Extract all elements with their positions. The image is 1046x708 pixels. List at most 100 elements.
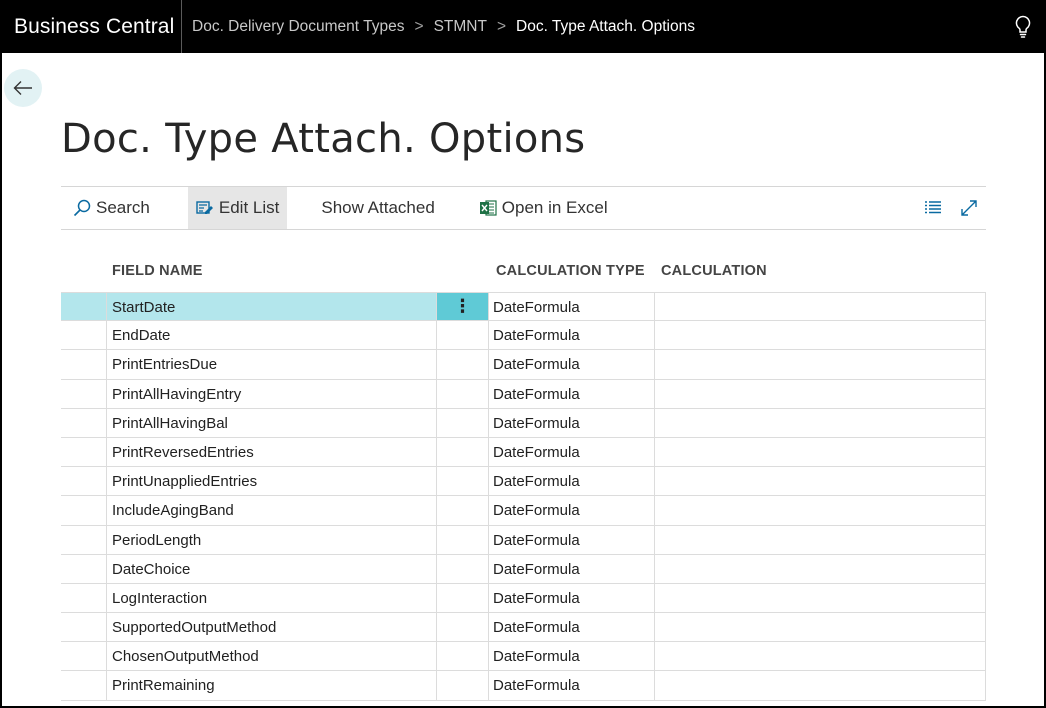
calculation-type-cell[interactable]: DateFormula	[489, 496, 655, 525]
calculation-cell[interactable]	[655, 437, 986, 467]
column-header-field-name[interactable]: FIELD NAME	[112, 263, 203, 279]
edit-list-label: Edit List	[218, 198, 280, 217]
field-name-cell[interactable]: StartDate	[107, 293, 437, 321]
calculation-cell[interactable]	[655, 496, 986, 525]
row-menu-button[interactable]: ⋮	[437, 293, 489, 321]
row-menu-button	[437, 467, 489, 496]
row-selector[interactable]	[61, 583, 107, 613]
calculation-type-cell[interactable]: DateFormula	[489, 671, 655, 700]
field-name-cell[interactable]: PeriodLength	[107, 525, 437, 554]
calculation-type-cell[interactable]: DateFormula	[489, 350, 655, 379]
row-selector[interactable]	[61, 408, 107, 437]
field-name-cell[interactable]: ChosenOutputMethod	[107, 642, 437, 671]
column-header-calculation-type[interactable]: CALCULATION TYPE	[496, 263, 645, 279]
row-menu-button	[437, 408, 489, 437]
breadcrumb-item-document-types[interactable]: Doc. Delivery Document Types	[192, 18, 405, 36]
arrow-left-icon	[13, 81, 32, 95]
row-menu-button	[437, 583, 489, 613]
field-name-cell[interactable]: PrintRemaining	[107, 671, 437, 700]
row-selector[interactable]	[61, 642, 107, 671]
table-row[interactable]: PrintAllHavingBal DateFormula	[61, 408, 986, 438]
calculation-type-cell[interactable]: DateFormula	[489, 321, 655, 350]
calculation-type-cell[interactable]: DateFormula	[489, 554, 655, 583]
table-row[interactable]: IncludeAgingBand DateFormula	[61, 496, 986, 526]
calculation-cell[interactable]	[655, 671, 986, 700]
calculation-cell[interactable]	[655, 467, 986, 496]
calculation-cell[interactable]	[655, 554, 986, 583]
table-row[interactable]: PrintEntriesDue DateFormula	[61, 350, 986, 380]
calculation-cell[interactable]	[655, 293, 986, 321]
table-row[interactable]: StartDate ⋮ DateFormula	[61, 292, 986, 322]
field-name-cell[interactable]: PrintAllHavingBal	[107, 408, 437, 437]
calculation-type-cell[interactable]: DateFormula	[489, 408, 655, 437]
row-selector[interactable]	[61, 671, 107, 700]
breadcrumb: Doc. Delivery Document Types > STMNT > D…	[182, 18, 695, 36]
calculation-cell[interactable]	[655, 379, 986, 408]
row-selector[interactable]	[61, 525, 107, 554]
table-row[interactable]: PeriodLength DateFormula	[61, 525, 986, 555]
row-selector[interactable]	[61, 613, 107, 642]
row-menu-button	[437, 525, 489, 554]
action-bar: Search Edit List Show Attached Open in E…	[61, 186, 986, 230]
calculation-type-cell[interactable]: DateFormula	[489, 437, 655, 467]
show-attached-button[interactable]: Show Attached	[313, 187, 442, 229]
field-name-cell[interactable]: LogInteraction	[107, 583, 437, 613]
field-name-cell[interactable]: DateChoice	[107, 554, 437, 583]
calculation-cell[interactable]	[655, 613, 986, 642]
calculation-type-cell[interactable]: DateFormula	[489, 293, 655, 321]
options-table: StartDate ⋮ DateFormula EndDate DateFormula P…	[61, 292, 986, 701]
column-header-calculation[interactable]: CALCULATION	[661, 263, 767, 279]
row-menu-button	[437, 350, 489, 379]
table-row[interactable]: PrintReversedEntries DateFormula	[61, 437, 986, 468]
list-view-icon[interactable]	[924, 199, 942, 222]
calculation-cell[interactable]	[655, 583, 986, 613]
table-row[interactable]: PrintAllHavingEntry DateFormula	[61, 379, 986, 409]
calculation-type-cell[interactable]: DateFormula	[489, 379, 655, 408]
row-menu-button	[437, 554, 489, 583]
calculation-cell[interactable]	[655, 525, 986, 554]
calculation-cell[interactable]	[655, 408, 986, 437]
calculation-type-cell[interactable]: DateFormula	[489, 613, 655, 642]
field-name-cell[interactable]: IncludeAgingBand	[107, 496, 437, 525]
table-row[interactable]: DateChoice DateFormula	[61, 554, 986, 584]
excel-icon	[479, 199, 497, 217]
field-name-cell[interactable]: SupportedOutputMethod	[107, 613, 437, 642]
row-selector[interactable]	[61, 496, 107, 525]
row-selector[interactable]	[61, 379, 107, 408]
calculation-cell[interactable]	[655, 350, 986, 379]
field-name-cell[interactable]: PrintAllHavingEntry	[107, 379, 437, 408]
back-button[interactable]	[4, 69, 42, 107]
breadcrumb-item-stmnt[interactable]: STMNT	[434, 18, 487, 36]
table-row[interactable]: SupportedOutputMethod DateFormula	[61, 613, 986, 643]
calculation-cell[interactable]	[655, 642, 986, 671]
calculation-type-cell[interactable]: DateFormula	[489, 642, 655, 671]
row-selector[interactable]	[61, 437, 107, 467]
calculation-type-cell[interactable]: DateFormula	[489, 467, 655, 496]
edit-list-icon	[196, 200, 214, 216]
field-name-cell[interactable]: PrintReversedEntries	[107, 437, 437, 467]
table-row[interactable]: PrintUnappliedEntries DateFormula	[61, 467, 986, 497]
field-name-cell[interactable]: PrintUnappliedEntries	[107, 467, 437, 496]
edit-list-button[interactable]: Edit List	[187, 187, 288, 229]
search-button[interactable]: Search	[65, 187, 158, 229]
app-title[interactable]: Business Central	[0, 0, 182, 53]
breadcrumb-separator: >	[414, 17, 424, 35]
table-row[interactable]: LogInteraction DateFormula	[61, 583, 986, 614]
lightbulb-icon[interactable]	[1014, 15, 1032, 39]
table-row[interactable]: PrintRemaining DateFormula	[61, 671, 986, 701]
row-selector[interactable]	[61, 321, 107, 350]
row-menu-button	[437, 496, 489, 525]
open-in-excel-button[interactable]: Open in Excel	[471, 187, 616, 229]
calculation-type-cell[interactable]: DateFormula	[489, 525, 655, 554]
row-selector[interactable]	[61, 350, 107, 379]
row-selector[interactable]	[61, 554, 107, 583]
field-name-cell[interactable]: EndDate	[107, 321, 437, 350]
calculation-type-cell[interactable]: DateFormula	[489, 583, 655, 613]
row-selector[interactable]	[61, 293, 107, 321]
calculation-cell[interactable]	[655, 321, 986, 350]
row-selector[interactable]	[61, 467, 107, 496]
table-row[interactable]: ChosenOutputMethod DateFormula	[61, 642, 986, 672]
field-name-cell[interactable]: PrintEntriesDue	[107, 350, 437, 379]
expand-icon[interactable]	[960, 199, 978, 222]
table-row[interactable]: EndDate DateFormula	[61, 321, 986, 351]
